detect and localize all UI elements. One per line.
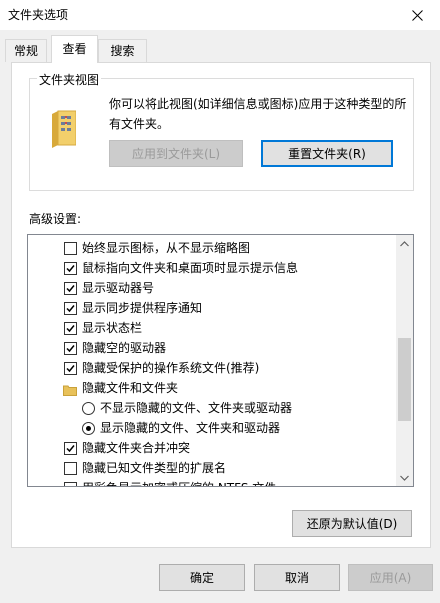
reset-folders-button[interactable]: 重置文件夹(R)	[261, 140, 393, 167]
vertical-scrollbar[interactable]	[396, 235, 413, 486]
advanced-settings-label: 高级设置:	[29, 212, 82, 226]
settings-row-checkbox[interactable]: 始终显示图标，从不显示缩略图	[64, 238, 396, 258]
scroll-thumb[interactable]	[398, 338, 411, 421]
folder-icon	[63, 382, 77, 402]
checkbox-checked[interactable]	[64, 302, 77, 315]
settings-row-label: 隐藏文件夹合并冲突	[82, 441, 191, 455]
settings-row-label: 用彩色显示加密或压缩的 NTFS 文件	[82, 478, 276, 486]
settings-row-checkbox[interactable]: 隐藏已知文件类型的扩展名	[64, 458, 396, 478]
apply-to-folders-button[interactable]: 应用到文件夹(L)	[109, 140, 243, 167]
checkbox-unchecked[interactable]	[64, 242, 77, 255]
window-title: 文件夹选项	[8, 8, 69, 22]
chevron-up-icon	[400, 240, 409, 246]
radio-selected[interactable]	[82, 422, 95, 435]
settings-row-checkbox[interactable]: 用彩色显示加密或压缩的 NTFS 文件	[64, 478, 396, 486]
settings-row-checkbox[interactable]: 隐藏受保护的操作系统文件(推荐)	[64, 358, 396, 378]
advanced-settings-list[interactable]: 始终显示图标，从不显示缩略图 鼠标指向文件夹和桌面项时显示提示信息 显示驱动器号 显示…	[27, 234, 414, 487]
settings-row-checkbox[interactable]: 隐藏文件夹合并冲突	[64, 438, 396, 458]
checkmark-icon	[66, 325, 75, 333]
restore-defaults-button[interactable]: 还原为默认值(D)	[292, 510, 412, 537]
settings-row-radio[interactable]: 显示隐藏的文件、文件夹和驱动器	[82, 418, 396, 438]
checkbox-checked[interactable]	[64, 282, 77, 295]
tab-strip: 常规 查看 搜索	[0, 35, 440, 63]
folder-view-icon	[50, 108, 77, 148]
tab-search[interactable]: 搜索	[98, 39, 147, 62]
folder-views-group: 文件夹视图 你可以将此视图(如详细信息或图标)应用于这种类型的所有文件夹。 应用…	[29, 71, 414, 191]
checkbox-checked[interactable]	[64, 342, 77, 355]
checkmark-icon	[66, 265, 75, 273]
settings-row-checkbox[interactable]: 隐藏空的驱动器	[64, 338, 396, 358]
scroll-up-button[interactable]	[396, 235, 413, 252]
folder-views-description: 你可以将此视图(如详细信息或图标)应用于这种类型的所有文件夹。	[109, 97, 407, 131]
apply-button[interactable]: 应用(A)	[348, 564, 433, 591]
title-bar: 文件夹选项	[0, 0, 440, 30]
checkbox-checked[interactable]	[64, 442, 77, 455]
settings-row-checkbox[interactable]: 鼠标指向文件夹和桌面项时显示提示信息	[64, 258, 396, 278]
settings-row-label: 鼠标指向文件夹和桌面项时显示提示信息	[82, 261, 299, 275]
settings-row-label: 隐藏受保护的操作系统文件(推荐)	[82, 361, 260, 375]
checkmark-icon	[66, 365, 75, 373]
checkmark-icon	[66, 345, 75, 353]
settings-row-label: 显示同步提供程序通知	[82, 301, 203, 315]
checkbox-unchecked[interactable]	[64, 482, 77, 486]
settings-row-label: 隐藏已知文件类型的扩展名	[82, 461, 227, 475]
settings-row-label: 显示状态栏	[82, 321, 143, 335]
radio-dot	[86, 426, 91, 431]
checkmark-icon	[66, 305, 75, 313]
view-tab-panel: 文件夹视图 你可以将此视图(如详细信息或图标)应用于这种类型的所有文件夹。 应用…	[11, 62, 431, 548]
settings-row-label: 隐藏文件和文件夹	[82, 381, 179, 395]
cancel-button[interactable]: 取消	[254, 564, 340, 591]
checkmark-icon	[66, 285, 75, 293]
dialog-footer: 确定 取消 应用(A)	[0, 553, 440, 603]
settings-row-checkbox[interactable]: 显示驱动器号	[64, 278, 396, 298]
close-button[interactable]	[394, 0, 440, 30]
folder-views-legend: 文件夹视图	[37, 71, 102, 88]
checkbox-unchecked[interactable]	[64, 462, 77, 475]
checkbox-checked[interactable]	[64, 362, 77, 375]
settings-row-label: 隐藏空的驱动器	[82, 341, 167, 355]
close-icon	[411, 9, 423, 21]
checkmark-icon	[66, 445, 75, 453]
ok-button[interactable]: 确定	[159, 564, 245, 591]
checkbox-checked[interactable]	[64, 322, 77, 335]
checkbox-checked[interactable]	[64, 262, 77, 275]
settings-row-checkbox[interactable]: 显示状态栏	[64, 318, 396, 338]
settings-row-label: 显示隐藏的文件、文件夹和驱动器	[100, 421, 281, 435]
settings-row-radio[interactable]: 不显示隐藏的文件、文件夹或驱动器	[82, 398, 396, 418]
settings-row-checkbox[interactable]: 显示同步提供程序通知	[64, 298, 396, 318]
scroll-down-button[interactable]	[396, 469, 413, 486]
settings-row-label: 显示驱动器号	[82, 281, 155, 295]
tab-view[interactable]: 查看	[51, 35, 98, 63]
settings-row-label: 始终显示图标，从不显示缩略图	[82, 241, 251, 255]
tab-general[interactable]: 常规	[5, 39, 47, 62]
radio-unselected[interactable]	[82, 402, 95, 415]
settings-row-folder: 隐藏文件和文件夹	[63, 378, 396, 398]
settings-row-label: 不显示隐藏的文件、文件夹或驱动器	[100, 401, 293, 415]
chevron-down-icon	[400, 475, 409, 481]
